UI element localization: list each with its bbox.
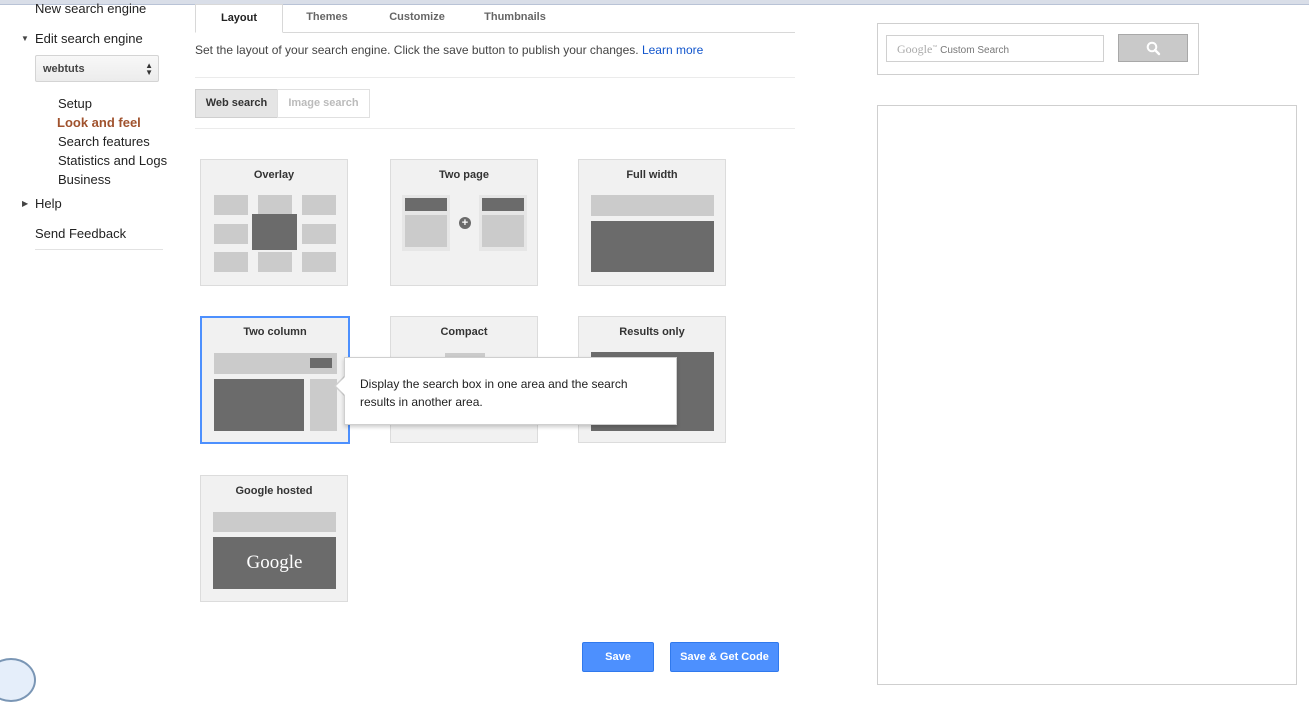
image-search-toggle[interactable]: Image search [277, 89, 370, 118]
preview-search-button[interactable] [1118, 34, 1188, 62]
thumb-block [482, 215, 524, 247]
thumb-block [214, 224, 248, 244]
engine-select[interactable]: webtuts ▲ ▼ [35, 55, 159, 82]
thumb-block [302, 252, 336, 272]
expand-right-icon[interactable]: ▶ [22, 199, 28, 208]
tab-thumbnails[interactable]: Thumbnails [471, 4, 559, 32]
thumb-block [405, 215, 447, 247]
sidebar-item-search-features[interactable]: Search features [58, 134, 150, 149]
tab-themes[interactable]: Themes [289, 4, 365, 32]
google-logo: Google [213, 537, 336, 589]
preview-search-box: Google™ Custom Search [877, 23, 1199, 75]
layout-two-page-card[interactable]: Two page + [390, 159, 538, 286]
thumb-block [405, 198, 447, 211]
layout-full-width-card[interactable]: Full width [578, 159, 726, 286]
select-arrows-icon: ▲ ▼ [145, 61, 153, 77]
divider [195, 128, 795, 129]
layout-overlay-card[interactable]: Overlay [200, 159, 348, 286]
thumb-block [214, 379, 304, 431]
sidebar-item-setup[interactable]: Setup [58, 96, 92, 111]
thumb-block [213, 512, 336, 532]
search-icon [1146, 41, 1161, 56]
tooltip-arrow-fill [336, 376, 346, 396]
tab-layout[interactable]: Layout [195, 4, 283, 33]
sidebar-edit-engine[interactable]: Edit search engine [35, 31, 143, 46]
thumb-block [258, 195, 292, 215]
layout-title: Google hosted [235, 485, 313, 497]
thumb-block [591, 195, 714, 216]
layout-tooltip: Display the search box in one area and t… [344, 357, 677, 425]
layout-two-column-card[interactable]: Two column [200, 316, 350, 444]
sidebar-item-statistics[interactable]: Statistics and Logs [58, 153, 167, 168]
preview-results-frame [877, 105, 1297, 685]
layout-title: Overlay [253, 169, 295, 181]
tab-bar: Layout Themes Customize Thumbnails [195, 4, 795, 33]
thumb-overlay-block [252, 214, 297, 250]
preview-search-input[interactable]: Google™ Custom Search [886, 35, 1104, 62]
layout-title: Two column [243, 326, 307, 338]
divider [195, 77, 795, 78]
sidebar-send-feedback[interactable]: Send Feedback [35, 226, 126, 241]
expand-down-icon[interactable]: ▼ [21, 34, 29, 43]
thumb-block [482, 198, 524, 211]
layout-title: Compact [440, 326, 488, 338]
layout-google-hosted-card[interactable]: Google hosted Google [200, 475, 348, 602]
taskbar-start-icon[interactable] [0, 658, 36, 702]
sidebar-item-business[interactable]: Business [58, 172, 111, 187]
thumb-block [302, 195, 336, 215]
web-search-toggle[interactable]: Web search [195, 89, 278, 118]
save-button[interactable]: Save [582, 642, 654, 672]
sidebar-help[interactable]: Help [35, 196, 62, 211]
plus-icon: + [459, 217, 471, 229]
sidebar-new-engine[interactable]: New search engine [35, 1, 146, 16]
thumb-block [214, 252, 248, 272]
thumb-block [310, 358, 332, 368]
layout-title: Two page [439, 169, 489, 181]
google-brand: Google [897, 42, 933, 56]
thumb-block [214, 195, 248, 215]
layout-title: Full width [626, 169, 678, 181]
thumb-block [591, 221, 714, 272]
tab-customize[interactable]: Customize [375, 4, 459, 32]
sidebar-divider [35, 249, 163, 250]
thumb-block [302, 224, 336, 244]
layout-title: Results only [619, 326, 685, 338]
learn-more-link[interactable]: Learn more [642, 43, 703, 57]
thumb-block [310, 379, 337, 431]
save-get-code-button[interactable]: Save & Get Code [670, 642, 779, 672]
sidebar-item-look-and-feel[interactable]: Look and feel [57, 115, 141, 130]
thumb-block [258, 252, 292, 272]
preview-placeholder: Custom Search [940, 45, 1010, 56]
description-text: Set the layout of your search engine. Cl… [195, 43, 639, 57]
engine-select-value: webtuts [43, 63, 85, 75]
layout-description: Set the layout of your search engine. Cl… [195, 43, 703, 57]
